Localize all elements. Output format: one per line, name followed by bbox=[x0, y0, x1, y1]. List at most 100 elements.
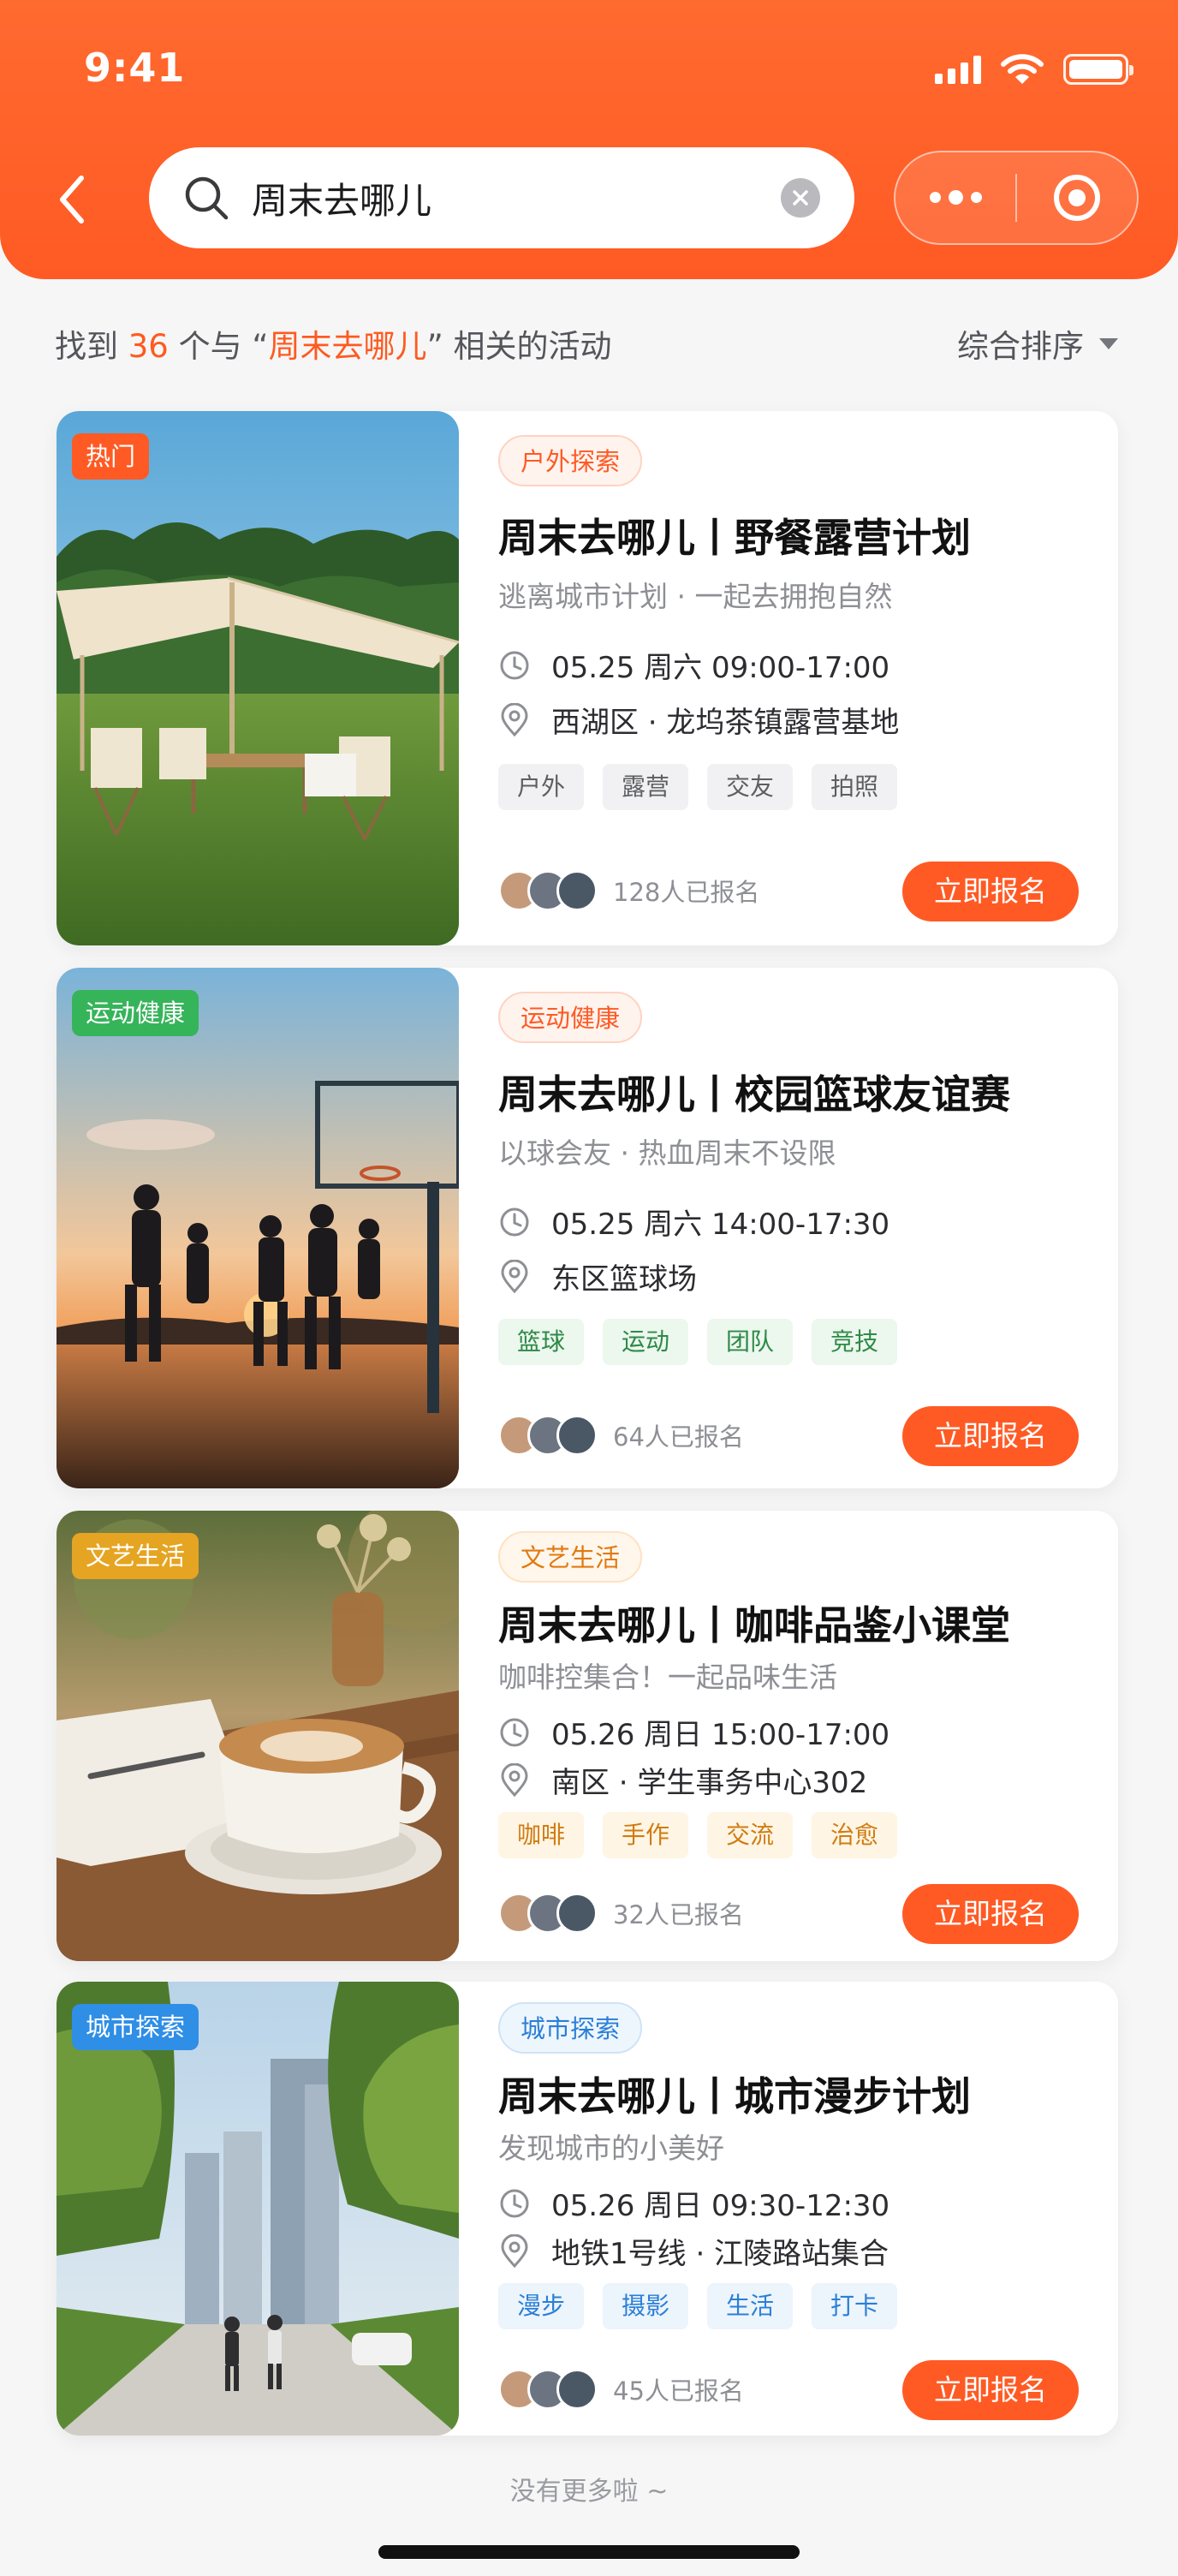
signup-button[interactable]: 立即报名 bbox=[902, 1884, 1079, 1944]
card-subtitle: 逃离城市计划 · 一起去拥抱自然 bbox=[498, 580, 893, 613]
tag: 摄影 bbox=[603, 2283, 689, 2329]
card-body: 文艺生活 周末去哪儿丨咖啡品鉴小课堂 咖啡控集合！一起品味生活 05.26 周日… bbox=[498, 1511, 1079, 1961]
attendee-summary: 64人已报名 bbox=[498, 1415, 744, 1456]
hot-badge: 热门 bbox=[72, 433, 150, 480]
tag: 交流 bbox=[707, 1812, 794, 1858]
tag: 竞技 bbox=[812, 1319, 898, 1365]
tag-list: 户外 露营 交友 拍照 bbox=[498, 764, 898, 810]
datetime-text: 05.25 周六 09:00-17:00 bbox=[551, 651, 890, 685]
avatar bbox=[556, 1415, 598, 1456]
card-title[interactable]: 周末去哪儿丨校园篮球友谊赛 bbox=[498, 1064, 1010, 1120]
clock-icon bbox=[500, 1718, 529, 1746]
summary-suffix: ” 相关的活动 bbox=[426, 328, 612, 365]
clock-icon bbox=[500, 2189, 529, 2217]
avatar-group bbox=[498, 2369, 598, 2410]
location-row: 西湖区 · 龙坞茶镇露营基地 bbox=[498, 699, 899, 741]
card-subtitle: 咖啡控集合！一起品味生活 bbox=[498, 1661, 837, 1694]
home-indicator[interactable] bbox=[378, 2545, 800, 2559]
category-badge: 文艺生活 bbox=[72, 1533, 199, 1579]
tag: 生活 bbox=[707, 2283, 794, 2329]
avatar-group bbox=[498, 1893, 598, 1934]
location-text: 西湖区 · 龙坞茶镇露营基地 bbox=[551, 706, 900, 740]
location-row: 地铁1号线 · 江陵路站集合 bbox=[498, 2230, 889, 2272]
tag: 团队 bbox=[707, 1319, 794, 1365]
activity-card[interactable]: 文艺生活 文艺生活 周末去哪儿丨咖啡品鉴小课堂 咖啡控集合！一起品味生活 05.… bbox=[57, 1511, 1118, 1961]
battery-icon bbox=[1063, 54, 1133, 85]
location-pin-icon bbox=[501, 1259, 528, 1293]
signup-button[interactable]: 立即报名 bbox=[902, 2360, 1079, 2420]
category-pill: 运动健康 bbox=[498, 992, 643, 1043]
close-mini-program-button[interactable] bbox=[1017, 152, 1137, 243]
close-icon bbox=[793, 190, 808, 206]
avatar-group bbox=[498, 870, 598, 911]
tag: 篮球 bbox=[498, 1319, 585, 1365]
summary-middle: 个与 “ bbox=[168, 328, 269, 365]
search-icon bbox=[185, 176, 229, 220]
card-subtitle: 以球会友 · 热血周末不设限 bbox=[498, 1136, 836, 1170]
clear-search-button[interactable] bbox=[781, 178, 820, 218]
latte-art-photo: 文艺生活 bbox=[57, 1511, 459, 1961]
sort-label: 综合排序 bbox=[957, 328, 1084, 365]
caret-down-icon bbox=[1099, 337, 1118, 349]
card-title[interactable]: 周末去哪儿丨城市漫步计划 bbox=[498, 2066, 971, 2122]
more-button[interactable] bbox=[895, 152, 1015, 243]
more-dots-icon bbox=[929, 189, 982, 205]
result-count: 36 bbox=[128, 328, 169, 365]
mini-program-capsule bbox=[894, 151, 1139, 245]
clock-icon bbox=[500, 1208, 529, 1236]
signup-button[interactable]: 立即报名 bbox=[902, 1406, 1079, 1466]
attendee-summary: 45人已报名 bbox=[498, 2369, 744, 2410]
category-badge: 城市探索 bbox=[72, 2004, 199, 2050]
signup-count: 45人已报名 bbox=[613, 2376, 744, 2406]
location-row: 南区 · 学生事务中心302 bbox=[498, 1759, 867, 1801]
tag-list: 咖啡 手作 交流 治愈 bbox=[498, 1812, 898, 1858]
basketball-sunset-photo: 运动健康 bbox=[57, 968, 459, 1488]
back-button[interactable] bbox=[46, 170, 98, 230]
card-body: 运动健康 周末去哪儿丨校园篮球友谊赛 以球会友 · 热血周末不设限 05.25 … bbox=[498, 968, 1079, 1488]
category-pill: 户外探索 bbox=[498, 435, 643, 486]
summary-prefix: 找到 bbox=[55, 328, 128, 365]
activity-card[interactable]: 热门 户外探索 周末去哪儿丨野餐露营计划 逃离城市计划 · 一起去拥抱自然 05… bbox=[57, 411, 1118, 945]
signup-button[interactable]: 立即报名 bbox=[902, 862, 1079, 921]
card-body: 城市探索 周末去哪儿丨城市漫步计划 发现城市的小美好 05.26 周日 09:3… bbox=[498, 1982, 1079, 2436]
result-keyword: 周末去哪儿 bbox=[268, 328, 427, 365]
datetime-text: 05.25 周六 14:00-17:30 bbox=[551, 1208, 890, 1242]
card-body: 户外探索 周末去哪儿丨野餐露营计划 逃离城市计划 · 一起去拥抱自然 05.25… bbox=[498, 411, 1079, 945]
status-time: 9:41 bbox=[84, 45, 186, 91]
tag: 治愈 bbox=[812, 1812, 898, 1858]
avatar bbox=[556, 870, 598, 911]
search-query-text[interactable]: 周末去哪儿 bbox=[252, 172, 781, 224]
card-title[interactable]: 周末去哪儿丨野餐露营计划 bbox=[498, 507, 971, 564]
camping-tent-photo: 热门 bbox=[57, 411, 459, 945]
tag: 手作 bbox=[603, 1812, 689, 1858]
card-subtitle: 发现城市的小美好 bbox=[498, 2132, 724, 2165]
status-icons bbox=[935, 53, 1133, 86]
city-walk-photo: 城市探索 bbox=[57, 1982, 459, 2436]
signup-count: 32人已报名 bbox=[613, 1900, 744, 1929]
tag: 咖啡 bbox=[498, 1812, 585, 1858]
tag: 户外 bbox=[498, 764, 585, 810]
signup-count: 64人已报名 bbox=[613, 1422, 744, 1452]
tag: 打卡 bbox=[812, 2283, 898, 2329]
category-badge: 运动健康 bbox=[72, 990, 199, 1036]
datetime-row: 05.26 周日 09:30-12:30 bbox=[498, 2182, 889, 2224]
target-icon bbox=[1054, 175, 1100, 221]
category-pill: 文艺生活 bbox=[498, 1531, 643, 1583]
avatar bbox=[556, 1893, 598, 1934]
tag-list: 漫步 摄影 生活 打卡 bbox=[498, 2283, 898, 2329]
card-title[interactable]: 周末去哪儿丨咖啡品鉴小课堂 bbox=[498, 1595, 1010, 1651]
sort-dropdown[interactable]: 综合排序 bbox=[957, 320, 1118, 367]
top-header: 9:41 周末去哪儿 bbox=[0, 0, 1178, 279]
datetime-text: 05.26 周日 15:00-17:00 bbox=[551, 1718, 890, 1752]
chevron-left-icon bbox=[60, 176, 84, 224]
activity-card[interactable]: 城市探索 城市探索 周末去哪儿丨城市漫步计划 发现城市的小美好 05.26 周日… bbox=[57, 1982, 1118, 2436]
activity-card[interactable]: 运动健康 运动健康 周末去哪儿丨校园篮球友谊赛 以球会友 · 热血周末不设限 0… bbox=[57, 968, 1118, 1488]
datetime-row: 05.25 周六 09:00-17:00 bbox=[498, 644, 889, 686]
datetime-row: 05.25 周六 14:00-17:30 bbox=[498, 1201, 889, 1243]
search-input[interactable]: 周末去哪儿 bbox=[149, 147, 854, 248]
signup-count: 128人已报名 bbox=[613, 878, 760, 907]
attendee-summary: 128人已报名 bbox=[498, 870, 759, 911]
tag: 交友 bbox=[707, 764, 794, 810]
tag: 拍照 bbox=[812, 764, 898, 810]
attendee-summary: 32人已报名 bbox=[498, 1893, 744, 1934]
